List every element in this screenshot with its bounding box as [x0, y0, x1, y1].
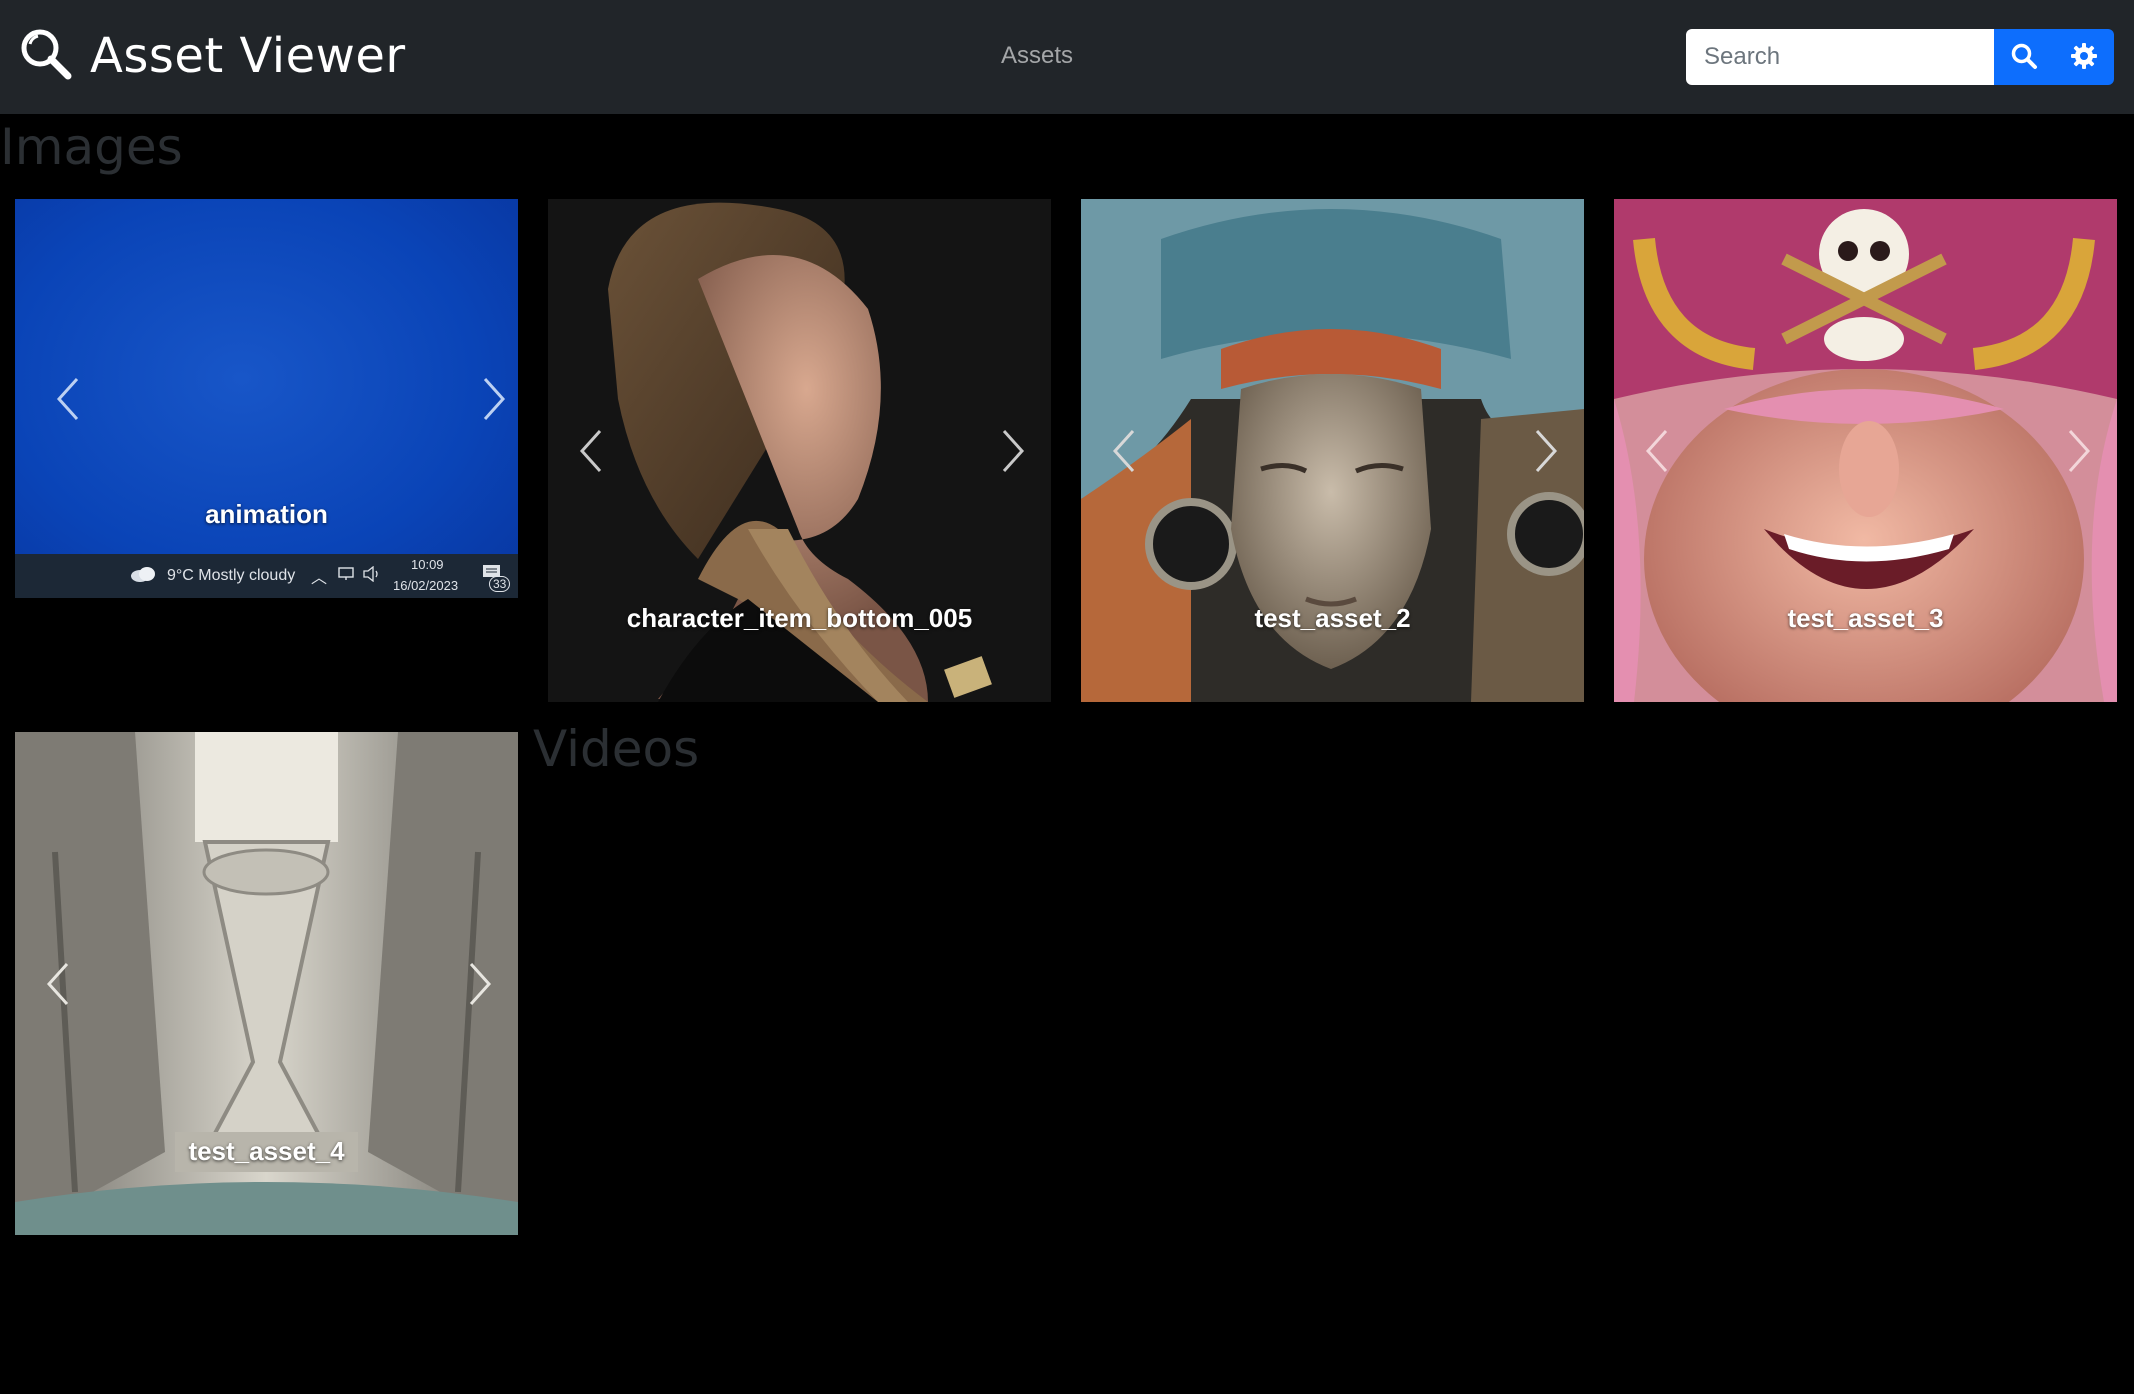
chevron-right-icon	[2062, 429, 2096, 481]
carousel-prev-button[interactable]	[51, 373, 85, 425]
top-navbar: Asset Viewer Assets	[0, 0, 2134, 114]
search-icon	[2010, 42, 2038, 73]
carousel-next-button[interactable]	[1529, 425, 1563, 477]
videos-section-title: Videos	[533, 720, 700, 778]
notification-badge: 33	[489, 576, 511, 592]
chevron-left-icon	[574, 429, 608, 481]
chevron-left-icon	[1107, 429, 1141, 481]
carousel-next-button[interactable]	[2062, 425, 2096, 477]
cloud-icon	[130, 566, 156, 582]
carousel-prev-button[interactable]	[574, 425, 608, 477]
carousel-next-button[interactable]	[477, 373, 511, 425]
asset-label: test_asset_4	[188, 1136, 345, 1166]
asset-label: test_asset_3	[1787, 603, 1944, 633]
asset-label: test_asset_2	[1254, 603, 1411, 633]
images-section-title: Images	[0, 118, 183, 176]
search-input[interactable]	[1686, 29, 1994, 85]
chevron-right-icon	[477, 377, 511, 429]
asset-card-test-asset-4[interactable]: test_asset_4	[15, 732, 518, 1235]
taskbar-preview: 9°C Mostly cloudy ︿ 10:09 16/02/2023 33	[15, 554, 518, 598]
asset-label: animation	[205, 499, 328, 529]
network-icon	[338, 567, 356, 581]
chevron-left-icon	[41, 962, 75, 1014]
chevron-right-icon	[996, 429, 1030, 481]
chevron-right-icon	[1529, 429, 1563, 481]
magnifier-icon	[18, 26, 74, 87]
chevron-left-icon	[1640, 429, 1674, 481]
clock-time: 10:09	[411, 557, 444, 572]
carousel-next-button[interactable]	[463, 958, 497, 1010]
weather-text: 9°C Mostly cloudy	[167, 567, 296, 584]
clock-date: 16/02/2023	[393, 578, 459, 593]
brand[interactable]: Asset Viewer	[18, 26, 406, 86]
chevron-right-icon	[463, 962, 497, 1014]
asset-label: character_item_bottom_005	[626, 603, 973, 633]
gear-icon	[2070, 42, 2098, 73]
volume-icon	[363, 565, 381, 583]
asset-card-character[interactable]: character_item_bottom_005	[548, 199, 1051, 702]
asset-card-test-asset-3[interactable]: test_asset_3	[1614, 199, 2117, 702]
nav-link-assets[interactable]: Assets	[1001, 42, 1073, 70]
app-title: Asset Viewer	[90, 28, 406, 84]
search-button[interactable]	[1994, 29, 2054, 85]
asset-card-animation[interactable]: animation 9°C Mostly cloudy ︿ 10:09 16/0…	[15, 199, 518, 598]
carousel-next-button[interactable]	[996, 425, 1030, 477]
carousel-prev-button[interactable]	[1640, 425, 1674, 477]
settings-button[interactable]	[2054, 29, 2114, 85]
chevron-left-icon	[51, 377, 85, 429]
chevron-up-icon: ︿	[311, 570, 328, 587]
carousel-prev-button[interactable]	[1107, 425, 1141, 477]
asset-card-test-asset-2[interactable]: test_asset_2	[1081, 199, 1584, 702]
carousel-prev-button[interactable]	[41, 958, 75, 1010]
search-form	[1686, 29, 2114, 85]
